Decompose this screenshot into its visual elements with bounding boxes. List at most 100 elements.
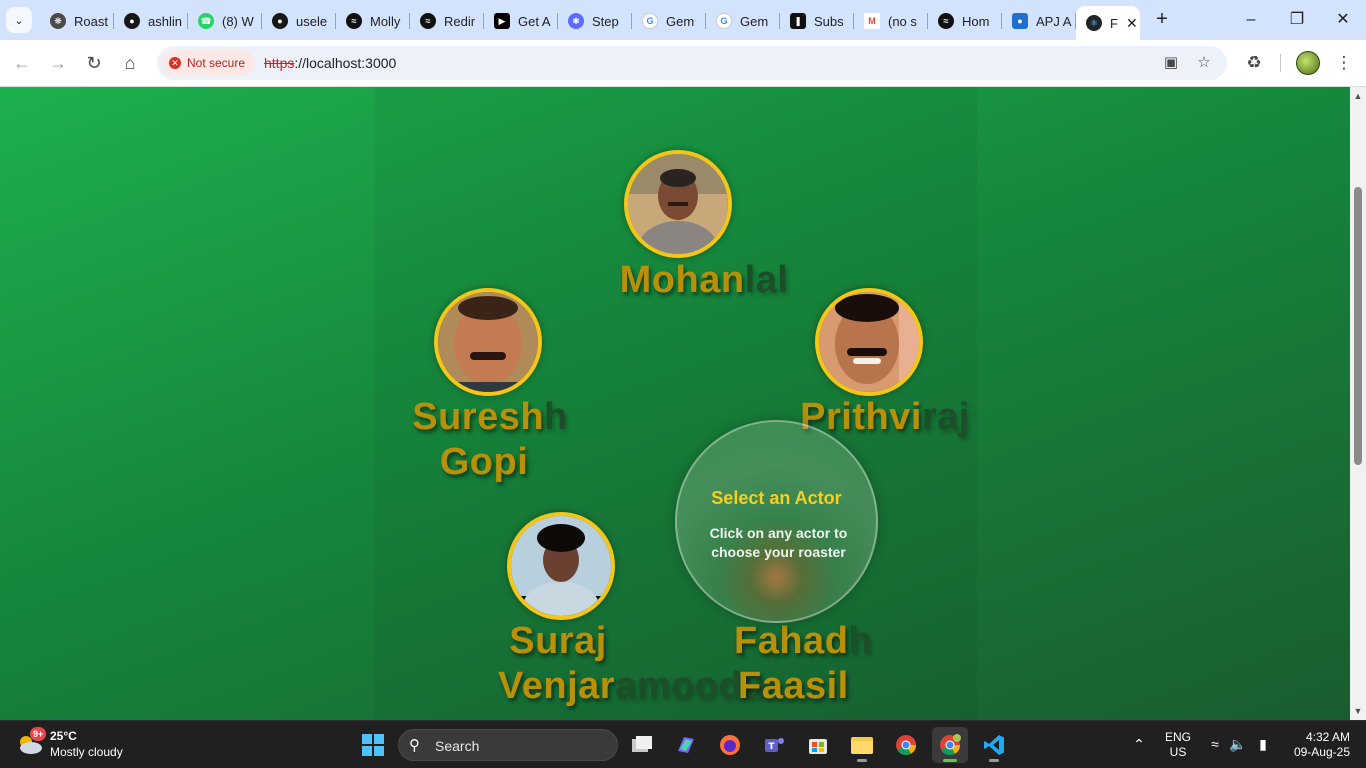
actor-name-mohanlal[interactable]: Mohanlal	[604, 258, 804, 303]
copilot-icon	[678, 737, 694, 753]
tab-gem-2[interactable]: G Gem	[706, 8, 780, 34]
actor-name-suraj[interactable]: Suraj Venjaramoodu	[460, 619, 765, 709]
actor-photo-mohanlal[interactable]	[624, 150, 732, 258]
google-icon: G	[642, 13, 658, 29]
chevron-up-icon[interactable]: ⌃	[1130, 735, 1148, 753]
suraj-portrait	[511, 516, 611, 616]
tab-step[interactable]: ✱ Step	[558, 8, 632, 34]
vscode-button[interactable]	[976, 727, 1012, 763]
profile-avatar[interactable]	[1296, 51, 1320, 75]
weather-condition: Mostly cloudy	[50, 745, 123, 759]
select-actor-prompt: Select an Actor Click on any actor to ch…	[675, 420, 878, 623]
wifi-icon[interactable]: ≈	[1206, 735, 1224, 753]
chrome-profile-button[interactable]	[932, 727, 968, 763]
toolbar-divider	[1280, 54, 1281, 72]
tab-active-react[interactable]: ⚛ F ✕	[1076, 6, 1140, 40]
chrome-profile-icon	[940, 734, 961, 756]
scroll-down-icon[interactable]: ▼	[1350, 704, 1366, 718]
tab-whatsapp[interactable]: ☎ (8) W	[188, 8, 262, 34]
folder-icon	[851, 737, 873, 754]
actor-photo-suraj[interactable]	[507, 512, 615, 620]
start-button[interactable]	[355, 727, 391, 763]
task-view-button[interactable]	[624, 727, 660, 763]
substack-icon: ❚	[790, 13, 806, 29]
tab-spotify-redir[interactable]: ≈ Redir	[410, 8, 484, 34]
browser-toolbar: ← → ↻ ⌂ ✕ Not secure https://localhost:3…	[0, 40, 1366, 87]
reload-button[interactable]: ↻	[82, 51, 106, 75]
tab-label: (8) W	[222, 13, 254, 29]
file-explorer-button[interactable]	[844, 727, 880, 763]
actor-name-fahad[interactable]: Fahadh Faasil	[708, 619, 888, 709]
copilot-button[interactable]	[668, 727, 704, 763]
close-window-button[interactable]: ✕	[1328, 8, 1358, 32]
actor-name-suresh-gopi[interactable]: Sureshh Gopi	[390, 395, 590, 485]
security-chip[interactable]: ✕ Not secure	[161, 50, 256, 76]
running-indicator	[989, 759, 999, 762]
tab-label: Gem	[740, 13, 769, 29]
tab-label: (no s	[888, 13, 917, 29]
stepfun-icon: ✱	[568, 13, 584, 29]
restore-button[interactable]: ❐	[1282, 8, 1312, 32]
teams-icon: T	[765, 738, 784, 752]
firefox-button[interactable]	[712, 727, 748, 763]
spotify-icon: ≈	[346, 13, 362, 29]
actor-photo-prithviraj[interactable]	[815, 288, 923, 396]
url-host: ://localhost:3000	[294, 55, 397, 71]
tab-github-usele[interactable]: ● usele	[262, 8, 336, 34]
cut-off-heading	[470, 87, 625, 101]
weather-widget[interactable]: 9+ 25°C Mostly cloudy	[16, 727, 156, 763]
extensions-icon[interactable]: ♻	[1242, 51, 1266, 75]
teams-button[interactable]: T	[756, 727, 792, 763]
search-icon: ⚲	[409, 737, 420, 754]
svg-text:T: T	[768, 742, 775, 752]
system-clock[interactable]: 4:32 AM 09-Aug-25	[1280, 730, 1350, 760]
bookmark-star-icon[interactable]: ☆	[1194, 53, 1214, 73]
store-icon	[809, 739, 827, 754]
chrome-button[interactable]	[888, 727, 924, 763]
home-button[interactable]: ⌂	[118, 51, 142, 75]
forward-button[interactable]: →	[46, 51, 70, 75]
firefox-icon	[720, 735, 740, 755]
address-bar[interactable]: ✕ Not secure https://localhost:3000 ▣ ☆	[157, 46, 1227, 80]
taskbar-search[interactable]: ⚲ Search	[398, 729, 618, 761]
tab-get-a[interactable]: ▶ Get A	[484, 8, 558, 34]
react-icon: ⚛	[1086, 15, 1102, 31]
back-button[interactable]: ←	[10, 51, 34, 75]
spotify-icon: ≈	[938, 13, 954, 29]
input-language[interactable]: ENG US	[1164, 730, 1192, 760]
tab-github-ashlin[interactable]: ● ashlin	[114, 8, 188, 34]
edge-icon: ●	[1012, 13, 1028, 29]
menu-icon[interactable]: ⋮	[1332, 51, 1356, 75]
close-tab-icon[interactable]: ✕	[1126, 15, 1138, 32]
scroll-thumb[interactable]	[1354, 187, 1362, 465]
chrome-icon	[896, 735, 917, 756]
tab-search-button[interactable]: ⌄	[6, 7, 32, 33]
volume-icon[interactable]: 🔈	[1229, 735, 1247, 753]
task-view-icon	[632, 736, 652, 752]
new-tab-button[interactable]: +	[1150, 8, 1174, 32]
minimize-button[interactable]: –	[1236, 8, 1266, 32]
install-app-icon[interactable]: ▣	[1161, 53, 1181, 73]
actor-photo-suresh-gopi[interactable]	[434, 288, 542, 396]
tab-label: F	[1110, 15, 1118, 31]
temperature: 25°C	[50, 729, 77, 743]
gmail-icon: M	[864, 13, 880, 29]
github-icon: ●	[124, 13, 140, 29]
tab-spotify-home[interactable]: ≈ Hom	[928, 8, 1002, 34]
tab-subs[interactable]: ❚ Subs	[780, 8, 854, 34]
tab-gem-1[interactable]: G Gem	[632, 8, 706, 34]
scroll-up-icon[interactable]: ▲	[1350, 89, 1366, 103]
battery-icon[interactable]: ▮	[1254, 735, 1272, 753]
url-text[interactable]: https://localhost:3000	[264, 55, 396, 71]
store-button[interactable]	[800, 727, 836, 763]
windows-icon	[362, 734, 384, 756]
tab-apj[interactable]: ● APJ A	[1002, 8, 1076, 34]
tab-roast[interactable]: ❋ Roast	[40, 8, 114, 34]
spotify-icon: ≈	[420, 13, 436, 29]
chevron-down-icon: ⌄	[14, 14, 24, 27]
page-scrollbar[interactable]: ▲ ▼	[1350, 87, 1366, 720]
warning-icon: ✕	[169, 57, 181, 69]
tab-gmail[interactable]: M (no s	[854, 8, 928, 34]
github-icon: ●	[272, 13, 288, 29]
tab-spotify-molly[interactable]: ≈ Molly	[336, 8, 410, 34]
